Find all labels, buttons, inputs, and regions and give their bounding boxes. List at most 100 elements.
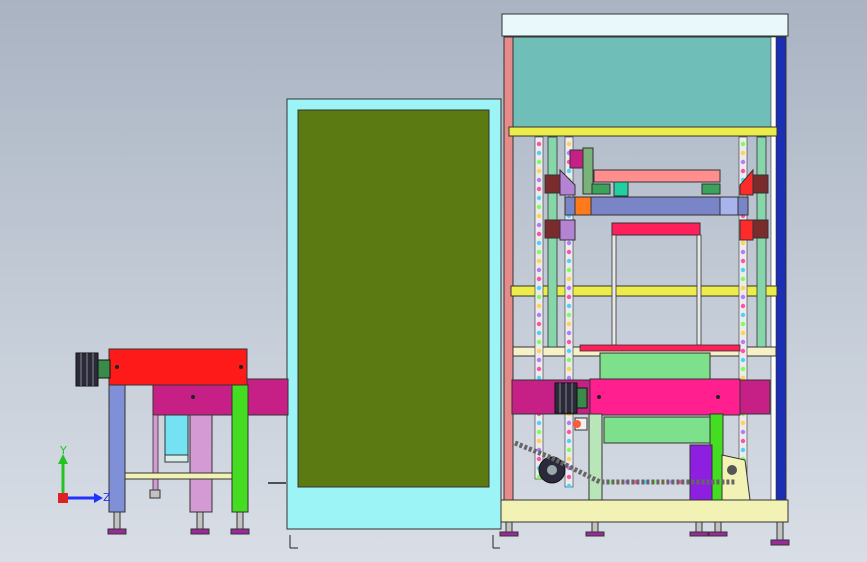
carriage-beam-end <box>719 196 739 216</box>
chain-link <box>566 240 572 246</box>
leveling-feet-left <box>107 511 250 535</box>
chain-link <box>566 366 572 372</box>
z-axis-label: Z <box>103 491 111 504</box>
leveling-feet-right <box>499 521 790 546</box>
chain-link <box>536 240 542 246</box>
chain-link <box>536 330 542 336</box>
chain-link <box>566 141 572 147</box>
chain-link <box>740 240 746 246</box>
chain-link <box>536 429 542 435</box>
chain-link <box>536 213 542 219</box>
upper-yellow-bar <box>508 126 778 137</box>
chain-link <box>566 168 572 174</box>
tray-upper <box>599 352 711 380</box>
chain-link <box>536 420 542 426</box>
chain-link <box>740 285 746 291</box>
chain-link <box>740 438 746 444</box>
chain-link <box>740 321 746 327</box>
frame-right-post <box>775 36 787 501</box>
chain-link <box>536 258 542 264</box>
carriage-teal-block <box>613 181 629 197</box>
cabinet-window <box>297 109 490 488</box>
coordinate-triad: Y Z <box>58 444 111 504</box>
chain-link <box>740 168 746 174</box>
chain-link <box>536 168 542 174</box>
fork-leg-left <box>611 234 617 346</box>
chain-link <box>536 249 542 255</box>
carriage-roller-left <box>591 183 611 195</box>
control-cabinet <box>286 98 502 549</box>
chain-link <box>740 276 746 282</box>
left-leg-blue <box>108 384 126 513</box>
carriage-top-plate <box>593 169 721 183</box>
chain-link <box>566 339 572 345</box>
chain-link <box>740 267 746 273</box>
chain-link <box>566 357 572 363</box>
chain-link <box>740 249 746 255</box>
chain-link <box>536 303 542 309</box>
purple-block <box>689 444 713 501</box>
chain-link <box>536 456 542 462</box>
chain-link <box>566 483 572 489</box>
left-motor-icon <box>75 352 111 387</box>
lift-base-plate <box>499 499 789 523</box>
chain-link <box>566 330 572 336</box>
chain-link <box>740 447 746 453</box>
carriage-beam-orange <box>574 196 592 216</box>
right-leg-left <box>588 413 603 511</box>
chain-link <box>536 159 542 165</box>
chain-link <box>536 321 542 327</box>
chain-link <box>740 312 746 318</box>
chain-link <box>536 339 542 345</box>
chain-link <box>566 447 572 453</box>
chain-link <box>536 222 542 228</box>
y-axis-label: Y <box>59 444 67 457</box>
chain-link <box>536 357 542 363</box>
cad-viewport[interactable]: Y Z <box>0 0 867 562</box>
chain-link <box>566 348 572 354</box>
fork-bar <box>611 222 701 236</box>
tray-lower <box>603 416 711 444</box>
chain-link <box>566 429 572 435</box>
left-cross-brace <box>124 472 233 480</box>
chain-link <box>536 150 542 156</box>
chain-link <box>740 348 746 354</box>
chain-link <box>740 303 746 309</box>
lift-platform-strip <box>579 344 741 352</box>
chain-link <box>740 294 746 300</box>
left-leg-green <box>231 384 249 513</box>
guide-rod-left <box>547 136 558 348</box>
chain-link <box>740 357 746 363</box>
right-motor-icon <box>554 382 588 414</box>
left-conveyor <box>75 348 289 535</box>
chain-link <box>566 474 572 480</box>
chain-link <box>536 177 542 183</box>
chain-link <box>566 258 572 264</box>
chain-link <box>536 267 542 273</box>
chain-link <box>536 186 542 192</box>
frame-left-post <box>503 36 514 501</box>
chain-link <box>566 420 572 426</box>
chain-link <box>740 141 746 147</box>
chain-link <box>536 204 542 210</box>
guide-rod-right <box>756 136 767 348</box>
left-leg-pink <box>189 414 213 513</box>
chain-link <box>740 420 746 426</box>
left-cylinder <box>164 414 189 456</box>
chain-link <box>566 312 572 318</box>
fork-leg-right <box>696 234 702 346</box>
left-leg-thin <box>152 414 159 496</box>
chain-link <box>536 141 542 147</box>
chain-link <box>536 285 542 291</box>
chain-link <box>536 438 542 444</box>
chain-link <box>536 231 542 237</box>
frame-top-panel <box>511 36 777 128</box>
x-axis-origin <box>58 493 68 503</box>
chain-link <box>740 150 746 156</box>
frame-right-post-inner <box>770 36 777 501</box>
chain-link <box>740 339 746 345</box>
chain-link <box>566 294 572 300</box>
chain-link <box>740 429 746 435</box>
chain-link <box>536 348 542 354</box>
chain-link <box>536 312 542 318</box>
